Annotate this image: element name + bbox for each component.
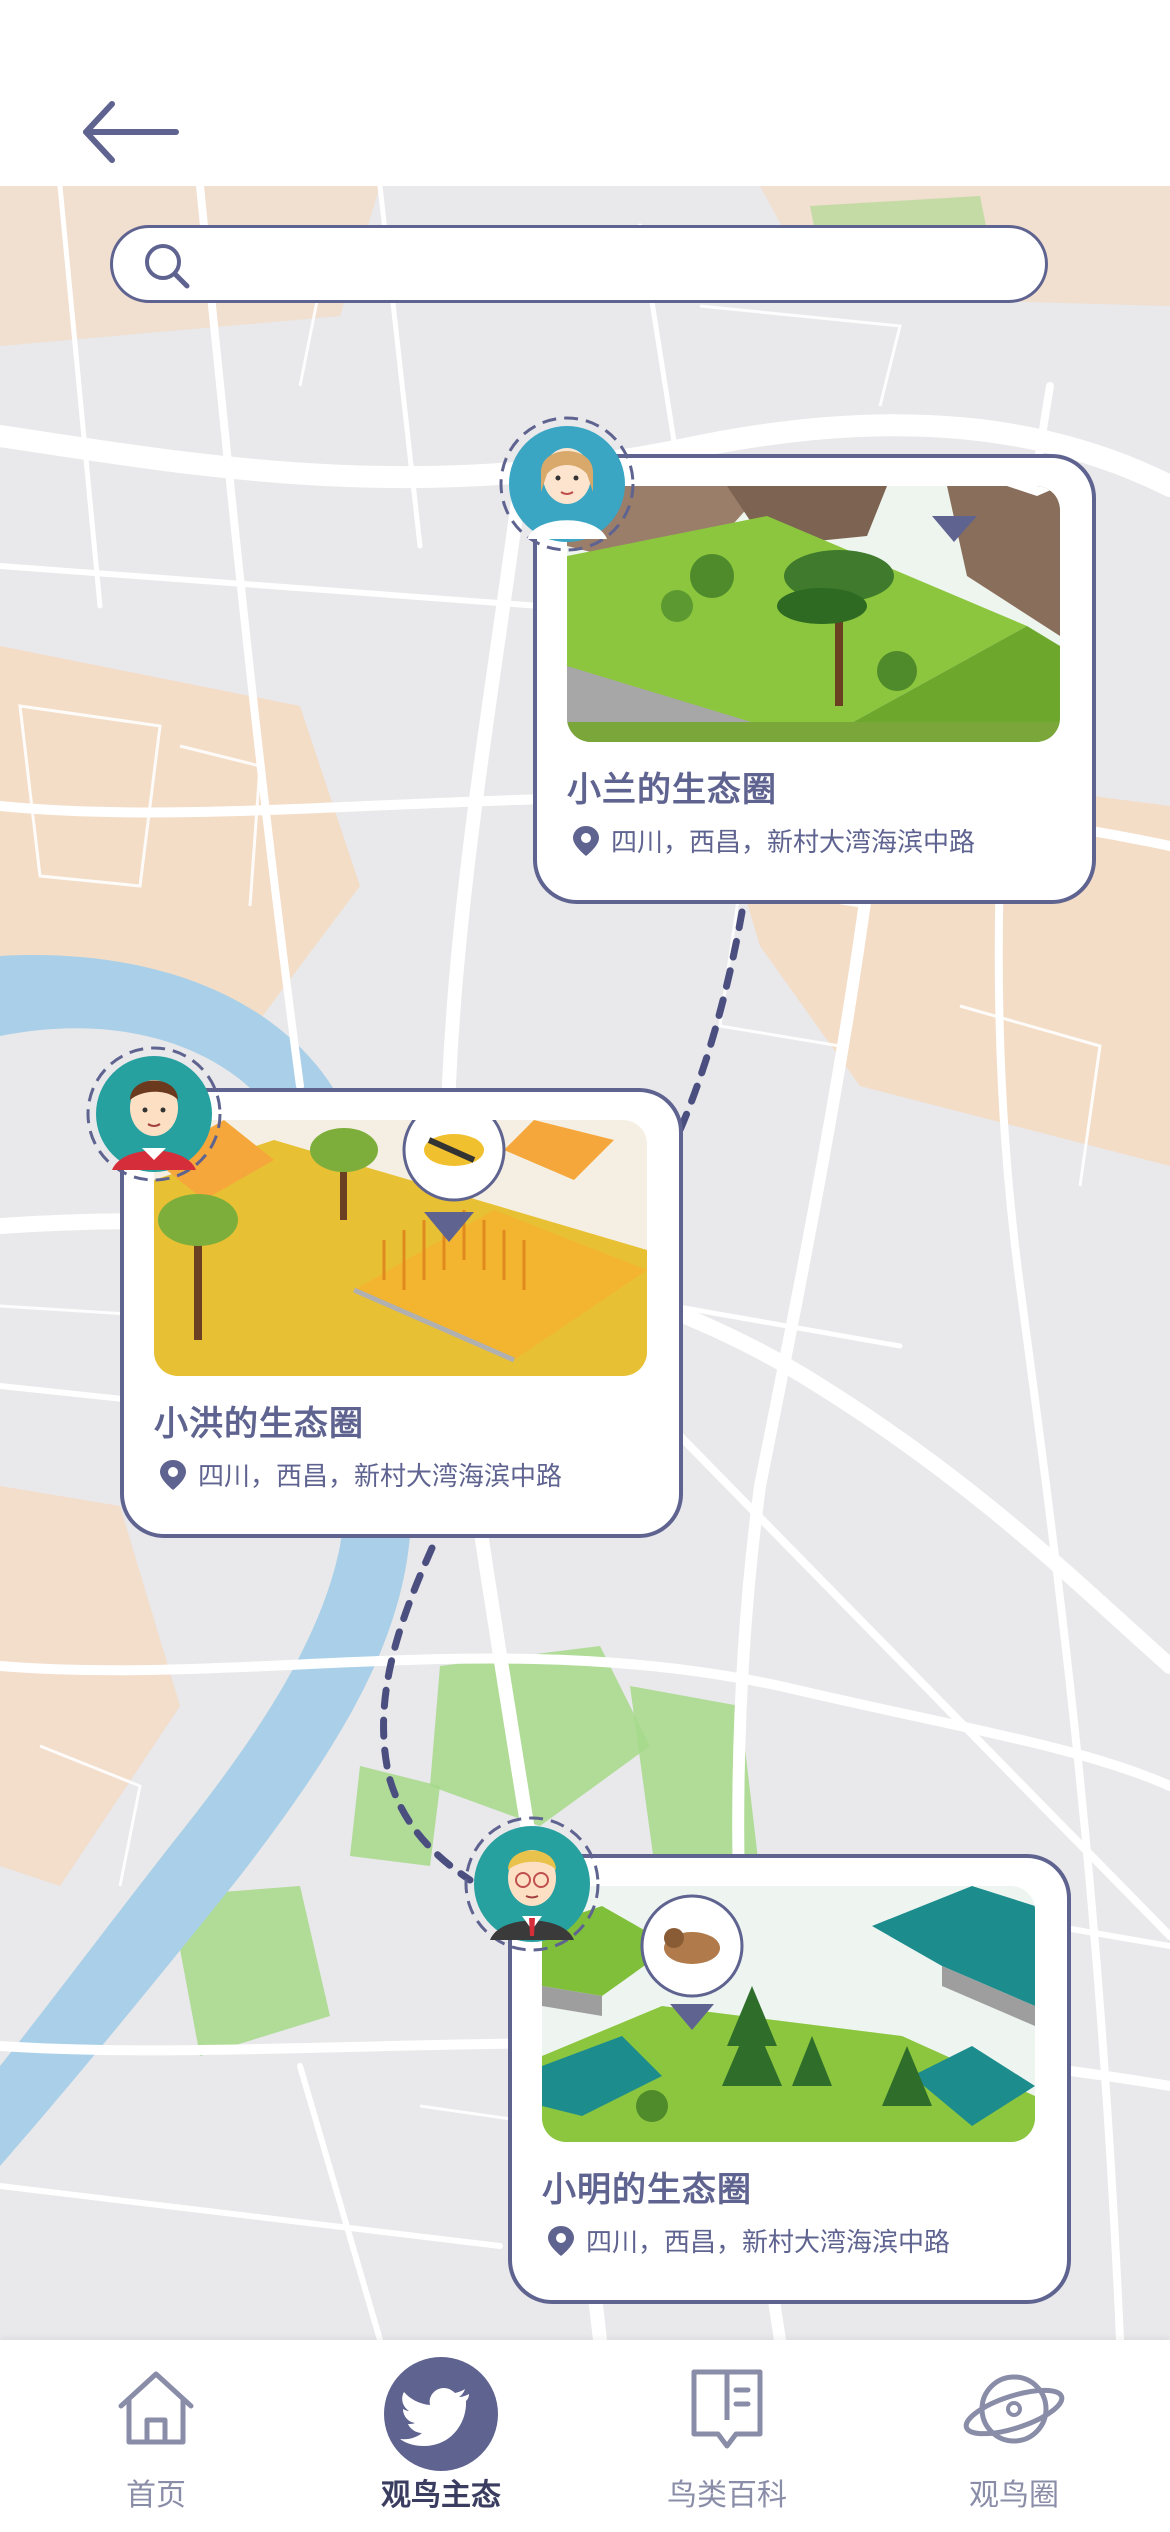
- girl-avatar[interactable]: [497, 414, 637, 554]
- tab-bird-circle[interactable]: 观鸟圈: [914, 2340, 1114, 2532]
- twitter-bird-icon: [384, 2357, 498, 2471]
- boy-avatar[interactable]: [84, 1044, 224, 1184]
- arrow-left-icon: [83, 101, 179, 163]
- location-text: 四川，西昌，新村大湾海滨中路: [198, 1462, 563, 1492]
- tab-label: 观鸟圈: [969, 2478, 1059, 2513]
- eco-scene-image: [542, 1886, 1035, 2142]
- book-icon: [691, 2369, 763, 2449]
- tab-bird-encyclopedia[interactable]: 鸟类百科: [627, 2340, 827, 2532]
- tab-label: 首页: [126, 2478, 186, 2513]
- location-pin-icon: [160, 1459, 186, 1490]
- tab-bird-ecology[interactable]: 观鸟主态: [341, 2340, 541, 2532]
- planet-icon: [963, 2374, 1065, 2444]
- eco-scene-image: [154, 1120, 647, 1376]
- location-pin-icon: [573, 825, 599, 856]
- search-bar[interactable]: [110, 225, 1048, 303]
- search-icon: [145, 244, 190, 289]
- eco-scene-image: [567, 486, 1060, 742]
- tab-label: 观鸟主态: [381, 2478, 501, 2513]
- eco-card-location: 四川，西昌，新村大湾海滨中路: [158, 1456, 562, 1493]
- tab-home[interactable]: 首页: [56, 2340, 256, 2532]
- eco-card-location: 四川，西昌，新村大湾海滨中路: [546, 2222, 950, 2259]
- eco-card-title: 小明的生态圈: [542, 2170, 752, 2210]
- search-input[interactable]: [205, 238, 1025, 292]
- man-avatar[interactable]: [462, 1814, 602, 1954]
- bottom-tab-bar: 首页 观鸟主态 鸟类百科 观鸟圈: [0, 2340, 1170, 2532]
- back-button[interactable]: [70, 88, 190, 178]
- tab-label: 鸟类百科: [667, 2478, 787, 2513]
- top-bar: [0, 0, 1170, 186]
- eco-card-title: 小兰的生态圈: [567, 770, 777, 810]
- location-pin-icon: [548, 2225, 574, 2256]
- eco-card-location: 四川，西昌，新村大湾海滨中路: [571, 822, 975, 859]
- home-icon: [118, 2371, 194, 2445]
- location-text: 四川，西昌，新村大湾海滨中路: [611, 828, 976, 858]
- location-text: 四川，西昌，新村大湾海滨中路: [586, 2228, 951, 2258]
- eco-card-title: 小洪的生态圈: [154, 1404, 364, 1444]
